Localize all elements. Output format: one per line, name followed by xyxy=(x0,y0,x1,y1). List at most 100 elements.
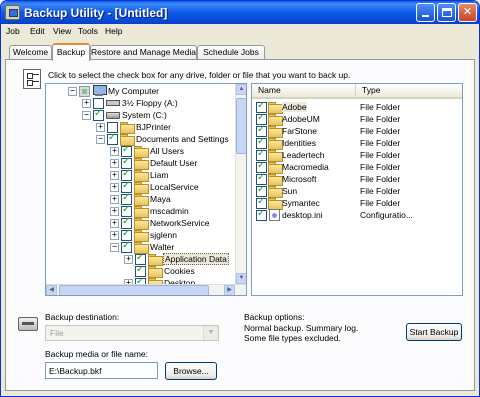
list-item[interactable]: Microsoft File Folder xyxy=(254,172,462,186)
list-item[interactable]: FarStone File Folder xyxy=(254,124,462,138)
file-type: File Folder xyxy=(360,126,401,136)
tree-item-maya[interactable]: + Maya xyxy=(46,192,236,206)
close-button[interactable]: ✕ xyxy=(458,3,477,22)
browse-button[interactable]: Browse... xyxy=(165,362,217,380)
collapse-icon[interactable]: − xyxy=(110,243,119,252)
tree-item-liam[interactable]: + Liam xyxy=(46,168,236,182)
destination-value: File xyxy=(50,328,64,338)
expand-icon[interactable]: + xyxy=(110,231,119,240)
folder-icon xyxy=(134,206,149,218)
tree-item-floppy[interactable]: + 3½ Floppy (A:) xyxy=(46,97,236,109)
tree-item-bjprinter[interactable]: + BJPrinter xyxy=(46,121,236,134)
tab-welcome[interactable]: Welcome xyxy=(9,45,52,60)
list-checkbox[interactable] xyxy=(256,208,267,221)
folder-icon xyxy=(268,138,283,150)
menu-job[interactable]: Job xyxy=(6,26,20,36)
expand-icon[interactable]: + xyxy=(110,183,119,192)
tree-label: 3½ Floppy (A:) xyxy=(122,98,178,108)
tree-item-system-c[interactable]: − System (C:) xyxy=(46,108,236,121)
tree-item-networkservice[interactable]: + NetworkService xyxy=(46,216,236,230)
scroll-right-icon[interactable]: ▶ xyxy=(224,285,235,295)
file-name: Macromedia xyxy=(282,162,329,172)
file-list[interactable]: Name Type Adobe File Folder AdobeUM File… xyxy=(251,83,463,296)
tree-item-mscadmin[interactable]: + mscadmin xyxy=(46,204,236,218)
backup-utility-window: Backup Utility - [Untitled] ✕ Job Edit V… xyxy=(0,0,480,397)
scroll-up-icon[interactable]: ▲ xyxy=(236,84,246,95)
tree-item-default-user[interactable]: + Default User xyxy=(46,156,236,170)
maximize-button[interactable] xyxy=(437,3,456,22)
tree-label: NetworkService xyxy=(150,218,210,228)
folder-tree[interactable]: − My Computer + 3½ Floppy (A:) − System … xyxy=(45,83,247,296)
scroll-left-icon[interactable]: ◀ xyxy=(46,285,57,295)
scroll-thumb[interactable] xyxy=(236,98,246,154)
expand-icon[interactable]: + xyxy=(124,255,133,264)
file-name: Adobe xyxy=(282,102,307,112)
folder-icon xyxy=(268,114,283,126)
list-item[interactable]: Sun File Folder xyxy=(254,184,462,198)
expand-icon[interactable]: + xyxy=(110,171,119,180)
window-title: Backup Utility - [Untitled] xyxy=(24,6,168,20)
tree-checkbox[interactable] xyxy=(121,240,132,253)
tree-horizontal-scrollbar[interactable]: ◀ ▶ xyxy=(46,284,246,295)
tab-schedule[interactable]: Schedule Jobs xyxy=(197,45,265,60)
collapse-icon[interactable]: − xyxy=(82,111,91,120)
folder-icon xyxy=(134,182,149,194)
expand-icon[interactable]: + xyxy=(110,195,119,204)
collapse-icon[interactable]: − xyxy=(96,135,105,144)
list-item[interactable]: Leadertech File Folder xyxy=(254,148,462,162)
column-header-name[interactable]: Name xyxy=(252,84,356,99)
expand-icon[interactable]: + xyxy=(82,99,91,108)
expand-icon[interactable]: + xyxy=(110,159,119,168)
title-bar[interactable]: Backup Utility - [Untitled] ✕ xyxy=(1,1,479,24)
collapse-icon[interactable]: − xyxy=(68,87,77,96)
tree-item-all-users[interactable]: + All Users xyxy=(46,144,236,158)
expand-icon[interactable]: + xyxy=(110,147,119,156)
checklist-icon xyxy=(23,69,41,89)
tree-label: Walter xyxy=(150,242,175,252)
tree-checkbox[interactable] xyxy=(107,132,118,145)
tree-item-documents-and-settings[interactable]: − Documents and Settings xyxy=(46,132,236,146)
hard-drive-icon xyxy=(106,112,120,119)
scroll-thumb[interactable] xyxy=(59,285,209,295)
tab-backup[interactable]: Backup xyxy=(52,43,90,61)
tree-checkbox[interactable] xyxy=(93,108,104,121)
tree-vertical-scrollbar[interactable]: ▲ ▼ xyxy=(235,84,246,284)
list-item[interactable]: Macromedia File Folder xyxy=(254,160,462,174)
scroll-down-icon[interactable]: ▼ xyxy=(236,273,246,284)
menu-edit[interactable]: Edit xyxy=(30,26,45,36)
tree-label: My Computer xyxy=(108,86,160,96)
tree-label: Default User xyxy=(150,158,198,168)
menu-help[interactable]: Help xyxy=(105,26,122,36)
tab-restore[interactable]: Restore and Manage Media xyxy=(90,45,197,60)
minimize-button[interactable] xyxy=(416,3,435,22)
tree-label: Cookies xyxy=(164,266,195,276)
expand-icon[interactable]: + xyxy=(110,219,119,228)
media-label: Backup media or file name: xyxy=(45,349,148,359)
tree-label: Maya xyxy=(150,194,171,204)
file-name: Leadertech xyxy=(282,150,325,160)
list-item[interactable]: AdobeUM File Folder xyxy=(254,112,462,126)
app-icon xyxy=(5,5,20,20)
expand-icon[interactable]: + xyxy=(96,123,105,132)
list-item[interactable]: Symantec File Folder xyxy=(254,196,462,210)
expand-icon[interactable]: + xyxy=(110,207,119,216)
list-item[interactable]: Adobe File Folder xyxy=(254,100,462,114)
list-item[interactable]: Identities File Folder xyxy=(254,136,462,150)
menu-tools[interactable]: Tools xyxy=(78,26,98,36)
floppy-drive-icon xyxy=(106,100,120,106)
destination-label: Backup destination: xyxy=(45,312,120,322)
tree-label: sjglenn xyxy=(150,230,177,240)
start-backup-button[interactable]: Start Backup xyxy=(406,323,462,341)
menu-view[interactable]: View xyxy=(53,26,71,36)
column-header-type[interactable]: Type xyxy=(356,84,462,99)
media-file-input[interactable]: E:\Backup.bkf xyxy=(45,362,158,379)
tree-item-sjglenn[interactable]: + sjglenn xyxy=(46,228,236,242)
tree-item-localservice[interactable]: + LocalService xyxy=(46,180,236,194)
tree-item-my-computer[interactable]: − My Computer xyxy=(46,85,236,97)
tree-checkbox[interactable] xyxy=(79,86,90,97)
list-item[interactable]: desktop.ini Configuratio... xyxy=(254,208,462,221)
file-type: File Folder xyxy=(360,162,401,172)
file-type: File Folder xyxy=(360,138,401,148)
computer-icon xyxy=(92,85,107,97)
tree-label: All Users xyxy=(150,146,185,156)
